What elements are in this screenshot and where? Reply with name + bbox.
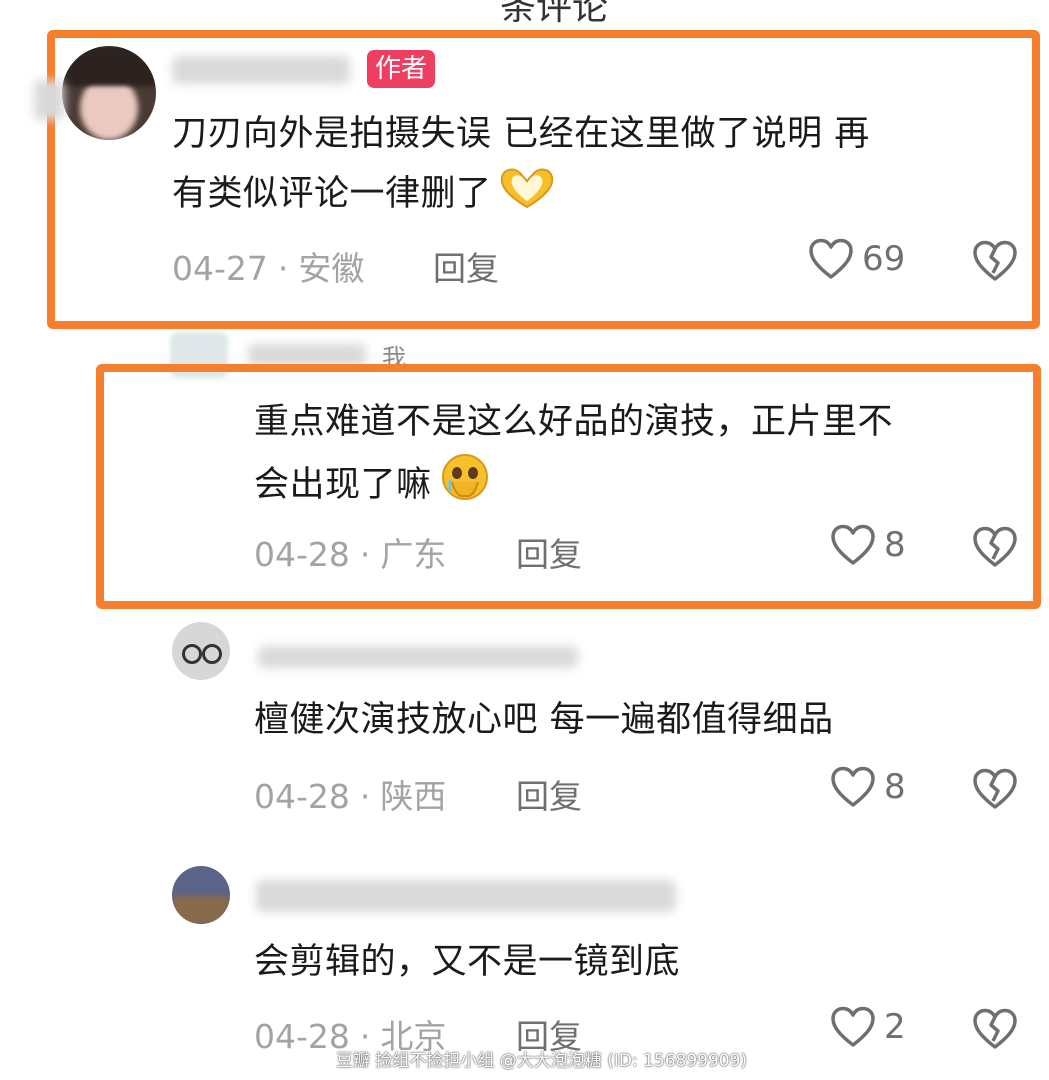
like-button[interactable]: 69 [808, 238, 905, 280]
dislike-button[interactable] [972, 1008, 1018, 1054]
heart-icon [831, 1006, 875, 1047]
like-count: 8 [884, 767, 906, 807]
comment-text: 檀健次演技放心吧 每一遍都值得细品 [254, 700, 834, 740]
dislike-button[interactable] [972, 240, 1018, 286]
comment-line-1: 刀刃向外是拍摄失误 已经在这里做了说明 再 [172, 114, 870, 154]
comment-text: 重点难道不是这么好品的演技，正片里不 会出现了嘛 [254, 392, 1024, 521]
comment-meta: 04-28 · 陕西 [254, 777, 447, 816]
broken-heart-icon [973, 768, 1017, 809]
comment-location: 广东 [380, 535, 447, 574]
comment-line-1: 重点难道不是这么好品的演技，正片里不 [254, 402, 894, 442]
watermark: 豆瓣 捡组不捡担小组 @大大泡泡糖 (ID: 156899909) [336, 1051, 748, 1071]
blurred-avatar-edge [34, 80, 64, 120]
heart-icon [831, 766, 875, 807]
pleading-face-emoji-icon [436, 452, 494, 521]
comment-date: 04-28 [254, 535, 350, 574]
comment-text: 会剪辑的，又不是一镜到底 [254, 942, 681, 982]
like-button[interactable]: 8 [830, 766, 906, 808]
dislike-button[interactable] [972, 768, 1018, 814]
comment-location: 陕西 [380, 777, 447, 816]
comments-header: 条评论 [500, 0, 609, 28]
avatar[interactable] [172, 622, 230, 680]
broken-heart-icon [973, 526, 1017, 567]
reply-button[interactable]: 回复 [516, 528, 582, 576]
heart-icon [831, 524, 875, 565]
reply-button[interactable]: 回复 [516, 770, 582, 818]
comment-date: 04-27 [172, 249, 268, 288]
comment-meta: 04-28 · 广东 [254, 535, 447, 574]
like-count: 2 [884, 1007, 906, 1047]
blurred-username[interactable] [256, 880, 676, 912]
blurred-username[interactable] [258, 646, 578, 668]
like-button[interactable]: 8 [830, 524, 906, 566]
broken-heart-icon [973, 240, 1017, 281]
like-count: 8 [884, 525, 906, 565]
avatar[interactable] [62, 46, 156, 140]
broken-heart-icon [973, 1008, 1017, 1049]
blurred-username[interactable] [172, 56, 350, 84]
heart-hands-emoji-icon [496, 165, 558, 230]
comment-date: 04-28 [254, 777, 350, 816]
blurred-username[interactable] [248, 344, 366, 366]
author-badge: 作者 [367, 50, 436, 88]
avatar[interactable] [172, 866, 230, 924]
like-count: 69 [862, 239, 906, 279]
reply-button[interactable]: 回复 [433, 242, 499, 290]
comment-line-2: 有类似评论一律删了 [172, 164, 1022, 230]
heart-icon [809, 238, 853, 279]
comment-location: 安徽 [298, 249, 365, 288]
comment-text: 刀刃向外是拍摄失误 已经在这里做了说明 再 有类似评论一律删了 [172, 104, 1022, 230]
comment-line-2: 会出现了嘛 [254, 452, 1024, 521]
dislike-button[interactable] [972, 526, 1018, 572]
like-button[interactable]: 2 [830, 1006, 906, 1048]
comment-meta: 04-27 · 安徽 [172, 249, 365, 288]
